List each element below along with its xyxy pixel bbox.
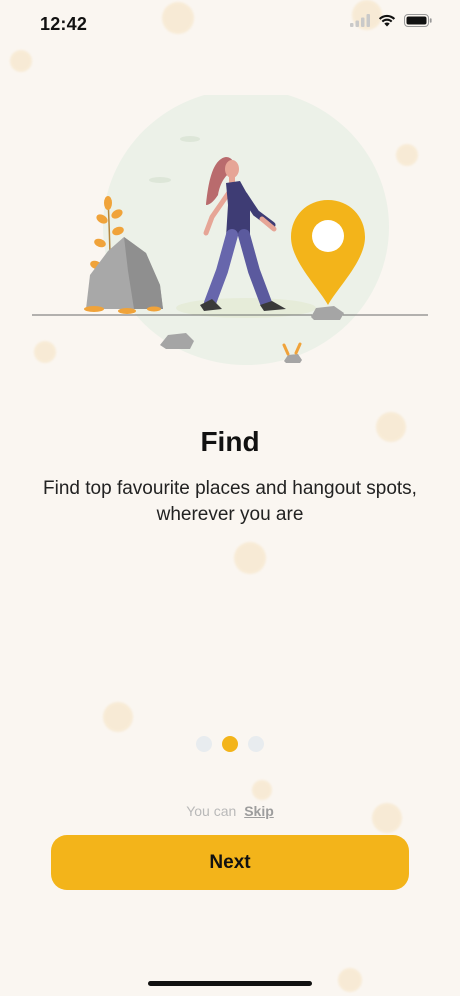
page-dot-3[interactable] (248, 736, 264, 752)
page-dot-1[interactable] (196, 736, 212, 752)
decor-dot (252, 780, 272, 800)
battery-icon (404, 14, 432, 27)
decor-dot (338, 968, 362, 992)
onboarding-illustration (32, 95, 428, 365)
page-description: Find top favourite places and hangout sp… (43, 478, 417, 525)
wifi-icon (378, 14, 396, 27)
decor-dot (10, 50, 32, 72)
skip-prefix: You can (186, 803, 237, 819)
onboarding-screen: 12:42 Find Find top favourite places and… (0, 0, 460, 996)
skip-link[interactable]: Skip (244, 803, 274, 819)
home-indicator[interactable] (148, 981, 312, 986)
status-time: 12:42 (40, 14, 88, 34)
cellular-signal-icon (350, 14, 370, 27)
decor-dot (234, 542, 266, 574)
status-icons (350, 14, 432, 27)
decor-dot (103, 702, 133, 732)
page-dot-2-active[interactable] (222, 736, 238, 752)
skip-row: You can Skip (0, 803, 460, 819)
page-title: Find (200, 426, 260, 457)
page-indicator (0, 736, 460, 752)
status-bar: 12:42 (0, 0, 460, 52)
next-button[interactable]: Next (51, 835, 409, 890)
